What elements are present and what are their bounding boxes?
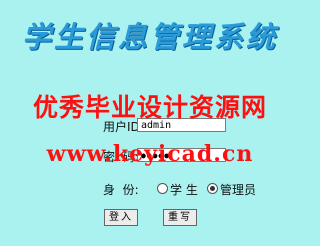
- password-label: 密 码:: [103, 150, 139, 164]
- page-title: 学生信息管理系统: [21, 20, 278, 54]
- role-student-label: 学 生: [170, 183, 198, 197]
- role-admin-radio[interactable]: [207, 183, 218, 194]
- role-admin-label: 管理员: [220, 183, 257, 197]
- password-input[interactable]: ●●●●●: [137, 148, 226, 162]
- login-button[interactable]: 登入: [104, 209, 138, 226]
- role-label: 身 份:: [103, 183, 139, 197]
- user-id-input[interactable]: admin: [137, 118, 226, 132]
- reset-button[interactable]: 重写: [163, 209, 197, 226]
- role-student-radio[interactable]: [157, 183, 168, 194]
